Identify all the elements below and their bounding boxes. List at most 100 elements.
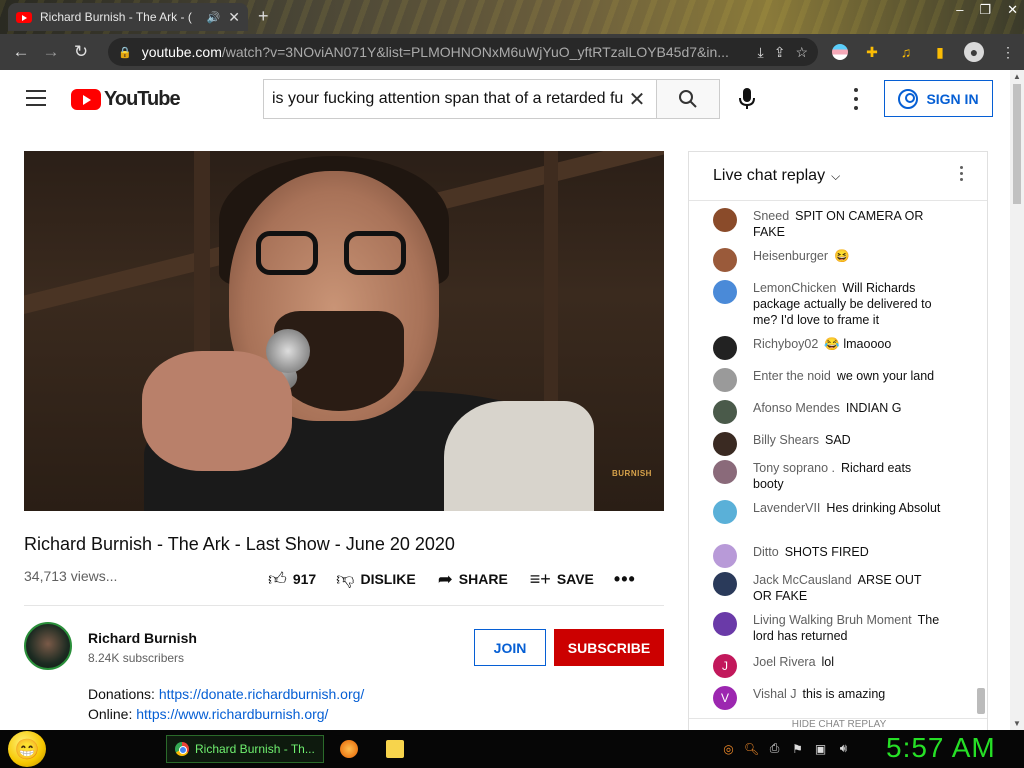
chat-author-avatar[interactable] xyxy=(713,248,737,272)
donations-link[interactable]: https://donate.richardburnish.org/ xyxy=(159,686,364,702)
lock-icon[interactable]: 🔒 xyxy=(118,46,132,59)
side-panel-icon[interactable]: ▮ xyxy=(930,42,950,62)
chat-author-name[interactable]: LavenderVII xyxy=(753,501,820,515)
chat-scrollbar[interactable] xyxy=(977,688,985,714)
chat-author-avatar[interactable] xyxy=(713,208,737,232)
chat-author-avatar[interactable]: J xyxy=(713,654,737,678)
tray-volume-icon[interactable]: 🔊︎ xyxy=(835,740,852,757)
page-scrollbar[interactable]: ▲ ▼ xyxy=(1010,70,1024,730)
scrollbar-thumb[interactable] xyxy=(1013,84,1021,204)
chat-author-avatar[interactable] xyxy=(713,400,737,424)
subscribe-button[interactable]: SUBSCRIBE xyxy=(554,629,664,666)
chat-author-avatar[interactable] xyxy=(713,280,737,304)
back-button[interactable]: ← xyxy=(6,42,36,62)
browser-menu-icon[interactable]: ⋮ xyxy=(998,42,1018,62)
close-window-button[interactable]: ✕ xyxy=(1007,2,1018,18)
profile-avatar-icon[interactable]: ● xyxy=(964,42,984,62)
view-count[interactable]: 34,713 views... xyxy=(24,568,117,584)
chat-author-avatar[interactable] xyxy=(713,612,737,636)
bookmark-star-icon[interactable]: ☆ xyxy=(795,44,808,61)
folder-icon[interactable] xyxy=(386,740,404,758)
youtube-favicon-icon xyxy=(16,11,32,23)
chevron-down-icon[interactable]: ⌵ xyxy=(831,169,840,184)
tray-monitor-icon[interactable]: ▣ xyxy=(812,740,829,757)
chat-author-name[interactable]: Enter the noid xyxy=(753,369,831,383)
address-bar[interactable]: 🔒 youtube.com/watch?v=3NOviAN071Y&list=P… xyxy=(108,38,818,66)
voice-search-button[interactable] xyxy=(736,88,758,110)
forward-button[interactable]: → xyxy=(36,42,66,62)
chat-author-avatar[interactable] xyxy=(713,544,737,568)
like-button[interactable]: 👍︎ 917 xyxy=(268,566,316,592)
extensions-puzzle-icon[interactable]: ✚ xyxy=(862,42,882,62)
tray-network-icon[interactable]: ⎙ xyxy=(766,740,783,757)
chat-author-name[interactable]: Tony soprano . xyxy=(753,461,835,475)
chat-author-avatar[interactable] xyxy=(713,368,737,392)
chat-author-avatar[interactable] xyxy=(713,500,737,524)
chat-author-name[interactable]: Ditto xyxy=(753,545,779,559)
chat-menu-icon[interactable] xyxy=(960,166,963,181)
tab-close-icon[interactable]: ✕ xyxy=(228,9,240,26)
install-icon[interactable]: ⤓ xyxy=(758,44,764,61)
start-button-icon[interactable]: 😁 xyxy=(8,731,46,767)
chat-author-name[interactable]: Joel Rivera xyxy=(753,655,816,669)
menu-hamburger-icon[interactable] xyxy=(26,90,46,106)
channel-avatar[interactable] xyxy=(24,622,72,670)
speaker-icon[interactable]: 🔊 xyxy=(207,11,221,24)
media-control-icon[interactable]: ♫ xyxy=(896,42,916,62)
chat-author-name[interactable]: Heisenburger xyxy=(753,249,828,263)
search-query[interactable]: is your fucking attention span that of a… xyxy=(272,90,625,108)
taskbar-clock[interactable]: 5:57 AM xyxy=(886,732,996,764)
youtube-header: YouTube is your fucking attention span t… xyxy=(0,70,1010,128)
search-input[interactable]: is your fucking attention span that of a… xyxy=(263,79,657,119)
taskbar-window-label: Richard Burnish - Th... xyxy=(195,742,315,756)
sign-in-button[interactable]: SIGN IN xyxy=(884,80,993,117)
chat-author-name[interactable]: Afonso Mendes xyxy=(753,401,840,415)
maximize-button[interactable]: ❐ xyxy=(979,2,991,18)
scroll-down-icon[interactable]: ▼ xyxy=(1013,719,1021,728)
chat-author-avatar[interactable] xyxy=(713,460,737,484)
chat-author-avatar[interactable] xyxy=(713,336,737,360)
online-label: Online: xyxy=(88,706,133,722)
chat-author-name[interactable]: Living Walking Bruh Moment xyxy=(753,613,912,627)
new-tab-button[interactable]: + xyxy=(258,6,269,27)
description-online: Online: https://www.richardburnish.org/ xyxy=(88,706,328,722)
chat-author-avatar[interactable] xyxy=(713,432,737,456)
chat-mode-label[interactable]: Live chat replay xyxy=(713,167,825,185)
share-page-icon[interactable]: ⇪ xyxy=(774,44,786,61)
firefox-icon[interactable] xyxy=(340,740,358,758)
chat-author-name[interactable]: Richyboy02 xyxy=(753,337,818,351)
video-player[interactable]: BURNISH xyxy=(24,151,664,511)
website-link[interactable]: https://www.richardburnish.org/ xyxy=(136,706,328,722)
search-button[interactable] xyxy=(656,79,720,119)
dislike-button[interactable]: 👎︎ DISLIKE xyxy=(336,566,416,592)
flag-extension-icon[interactable] xyxy=(832,44,848,60)
join-button[interactable]: JOIN xyxy=(474,629,546,666)
chat-author-avatar[interactable]: V xyxy=(713,686,737,710)
chat-author-name[interactable]: Jack McCausland xyxy=(753,573,852,587)
scroll-up-icon[interactable]: ▲ xyxy=(1013,72,1021,81)
url-text[interactable]: youtube.com/watch?v=3NOviAN071Y&list=PLM… xyxy=(142,44,748,60)
chat-author-name[interactable]: Billy Shears xyxy=(753,433,819,447)
tray-flag-icon[interactable]: ⚑ xyxy=(789,740,806,757)
chat-header[interactable]: Live chat replay ⌵ xyxy=(689,152,987,201)
chat-author-name[interactable]: Vishal J xyxy=(753,687,797,701)
chat-author-name[interactable]: LemonChicken xyxy=(753,281,836,295)
chat-message-body: LavenderVII Hes drinking Absolut xyxy=(753,500,943,516)
share-button[interactable]: ➦ SHARE xyxy=(438,566,508,592)
chat-author-avatar[interactable] xyxy=(713,572,737,596)
minimize-button[interactable]: – xyxy=(956,2,963,18)
chat-message-body: Vishal J this is amazing xyxy=(753,686,943,702)
clear-search-icon[interactable]: ✕ xyxy=(625,87,649,112)
taskbar-chrome-window[interactable]: Richard Burnish - Th... xyxy=(166,735,324,763)
save-button[interactable]: ≡+ SAVE xyxy=(530,566,594,592)
logo-text: YouTube xyxy=(104,88,181,110)
browser-tab[interactable]: Richard Burnish - The Ark - ( 🔊 ✕ xyxy=(8,3,248,31)
more-actions-icon[interactable]: ••• xyxy=(614,569,636,590)
chat-author-name[interactable]: Sneed xyxy=(753,209,789,223)
reload-button[interactable]: ↻ xyxy=(66,42,96,62)
channel-name[interactable]: Richard Burnish xyxy=(88,630,197,646)
tray-app-icon[interactable]: ◎ xyxy=(720,740,737,757)
tray-search-icon[interactable]: 🔍︎ xyxy=(743,740,760,757)
settings-menu-icon[interactable] xyxy=(848,86,864,112)
youtube-logo[interactable]: YouTube xyxy=(71,88,181,111)
